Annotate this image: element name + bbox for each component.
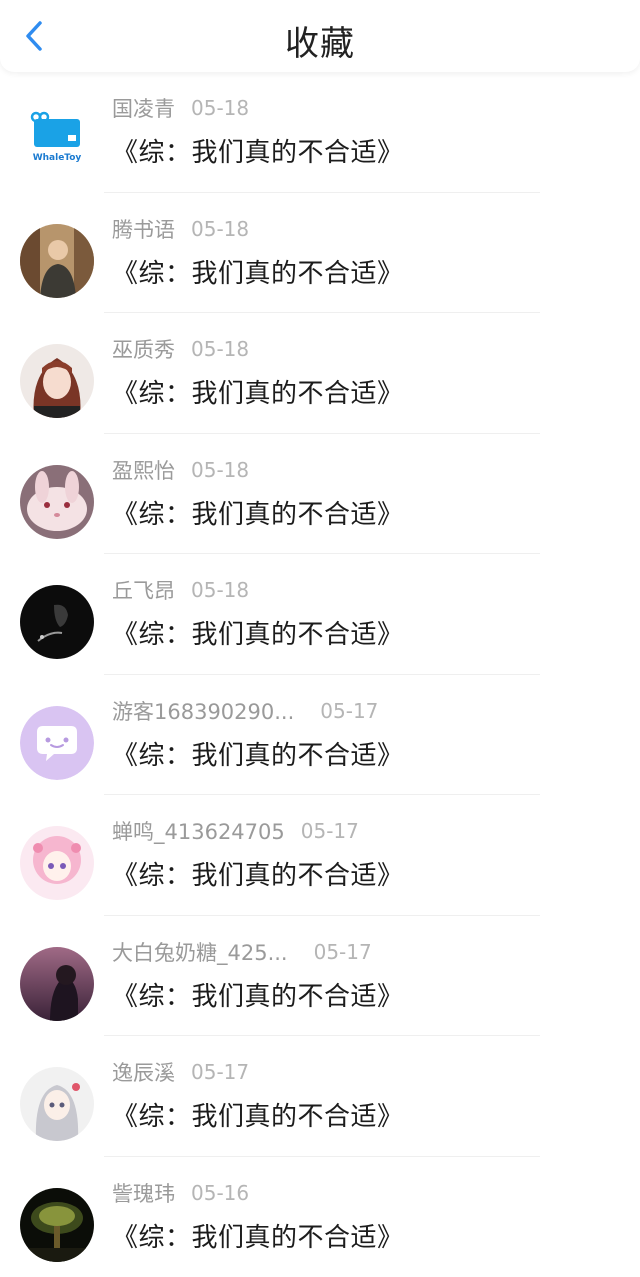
work-title[interactable]: 《综：我们真的不合适》	[112, 373, 404, 410]
date-label: 05-17	[320, 699, 378, 723]
man-portrait-photo	[20, 224, 94, 298]
work-title[interactable]: 《综：我们真的不合适》	[112, 855, 404, 892]
date-label: 05-18	[191, 458, 249, 482]
avatar[interactable]: WhaleToy	[20, 103, 94, 177]
list-item[interactable]: 大白兔奶糖_425... 05-17 《综：我们真的不合适》	[0, 916, 640, 1037]
list-item[interactable]: WhaleToy 国凌青 05-18 《综：我们真的不合适》	[0, 72, 640, 193]
work-title[interactable]: 《综：我们真的不合适》	[112, 494, 404, 531]
work-title[interactable]: 《综：我们真的不合适》	[112, 614, 404, 651]
username: 訾瑰玮	[112, 1178, 175, 1208]
avatar[interactable]	[20, 826, 94, 900]
anime-pink-hair-image	[20, 826, 94, 900]
list-item[interactable]: 逸辰溪 05-17 《综：我们真的不合适》	[0, 1036, 640, 1157]
avatar[interactable]	[20, 344, 94, 418]
username: 国凌青	[112, 93, 175, 123]
list-item[interactable]: 巫质秀 05-18 《综：我们真的不合适》	[0, 313, 640, 434]
username: 大白兔奶糖_425...	[112, 937, 288, 967]
list-item[interactable]: 盈熙怡 05-18 《综：我们真的不合适》	[0, 434, 640, 555]
date-label: 05-16	[191, 1181, 249, 1205]
date-label: 05-18	[191, 337, 249, 361]
work-title[interactable]: 《综：我们真的不合适》	[112, 1096, 404, 1133]
date-label: 05-18	[191, 96, 249, 120]
username: 蝉鸣_413624705	[112, 816, 285, 846]
username: 盈熙怡	[112, 455, 175, 485]
work-title[interactable]: 《综：我们真的不合适》	[112, 1217, 404, 1254]
anime-girl-image	[20, 1067, 94, 1141]
avatar[interactable]	[20, 706, 94, 780]
top-navigation-bar: 收藏	[0, 0, 640, 72]
page-title: 收藏	[0, 16, 640, 65]
whaletoy-logo-icon: WhaleToy	[20, 103, 94, 177]
chat-bubble-icon	[20, 706, 94, 780]
date-label: 05-18	[191, 578, 249, 602]
work-title[interactable]: 《综：我们真的不合适》	[112, 976, 404, 1013]
username: 巫质秀	[112, 334, 175, 364]
date-label: 05-17	[314, 940, 372, 964]
favorites-list: WhaleToy 国凌青 05-18 《综：我们真的不合适》 腾书语 05-18…	[0, 72, 640, 1277]
work-title[interactable]: 《综：我们真的不合适》	[112, 735, 404, 772]
avatar[interactable]	[20, 1067, 94, 1141]
avatar[interactable]	[20, 224, 94, 298]
glowing-tree-photo	[20, 1188, 94, 1262]
work-title[interactable]: 《综：我们真的不合适》	[112, 132, 404, 169]
list-item[interactable]: 游客168390290... 05-17 《综：我们真的不合适》	[0, 675, 640, 796]
avatar[interactable]	[20, 1188, 94, 1262]
list-item[interactable]: 蝉鸣_413624705 05-17 《综：我们真的不合适》	[0, 795, 640, 916]
avatar[interactable]	[20, 585, 94, 659]
dusk-girl-photo	[20, 947, 94, 1021]
rabbit-photo	[20, 465, 94, 539]
username: 丘飞昂	[112, 575, 175, 605]
dark-photo	[20, 585, 94, 659]
list-item[interactable]: 丘飞昂 05-18 《综：我们真的不合适》	[0, 554, 640, 675]
list-item[interactable]: 腾书语 05-18 《综：我们真的不合适》	[0, 193, 640, 314]
username: 逸辰溪	[112, 1057, 175, 1087]
date-label: 05-17	[191, 1060, 249, 1084]
girl-portrait-photo	[20, 344, 94, 418]
svg-text:WhaleToy: WhaleToy	[33, 153, 82, 163]
avatar[interactable]	[20, 465, 94, 539]
date-label: 05-18	[191, 217, 249, 241]
list-item[interactable]: 訾瑰玮 05-16 《综：我们真的不合适》	[0, 1157, 640, 1277]
username: 腾书语	[112, 214, 175, 244]
work-title[interactable]: 《综：我们真的不合适》	[112, 253, 404, 290]
username: 游客168390290...	[112, 696, 294, 726]
date-label: 05-17	[301, 819, 359, 843]
avatar[interactable]	[20, 947, 94, 1021]
